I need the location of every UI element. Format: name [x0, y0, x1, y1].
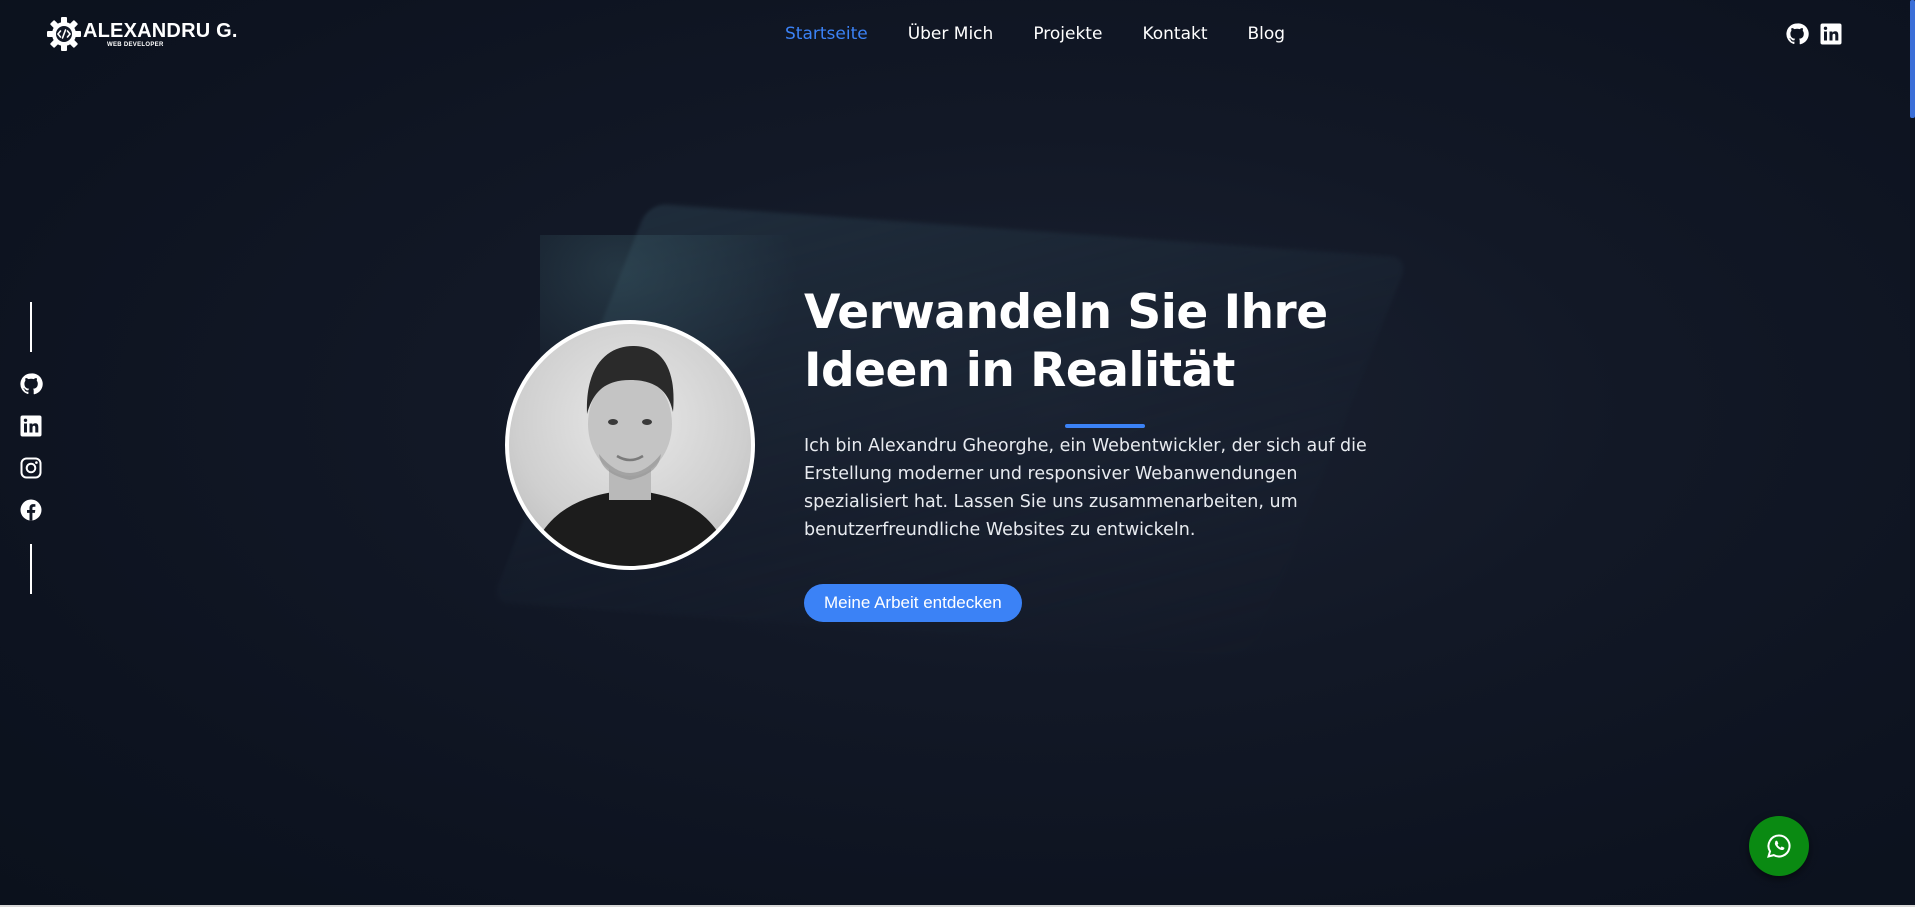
main-nav: Startseite Über Mich Projekte Kontakt Bl… — [785, 24, 1325, 44]
hero-title-line1: Verwandeln Sie Ihre — [804, 285, 1328, 340]
explore-work-button[interactable]: Meine Arbeit entdecken — [804, 584, 1022, 622]
nav-item-ueber-mich[interactable]: Über Mich — [908, 24, 994, 44]
logo-name: ALEXANDRU G. — [83, 19, 238, 42]
whatsapp-button[interactable] — [1749, 816, 1809, 876]
facebook-icon[interactable] — [19, 498, 43, 522]
side-social-rail — [19, 302, 43, 594]
rail-divider-top — [30, 302, 32, 352]
github-icon[interactable] — [1785, 22, 1809, 46]
github-icon[interactable] — [19, 372, 43, 396]
title-underline — [1065, 424, 1145, 428]
nav-item-kontakt[interactable]: Kontakt — [1142, 24, 1207, 44]
instagram-icon[interactable] — [19, 456, 43, 480]
nav-item-projekte[interactable]: Projekte — [1033, 24, 1102, 44]
rail-divider-bottom — [30, 544, 32, 594]
hero-title: Verwandeln Sie Ihre Ideen in Realität — [804, 284, 1384, 400]
hero-section: Verwandeln Sie Ihre Ideen in Realität Ic… — [804, 284, 1384, 622]
logo[interactable]: ALEXANDRU G. WEB DEVELOPER — [46, 16, 238, 52]
nav-item-startseite[interactable]: Startseite — [785, 24, 868, 44]
scrollbar[interactable] — [1910, 0, 1915, 907]
gear-code-icon — [47, 17, 81, 51]
portrait-illustration — [529, 346, 731, 566]
profile-photo — [505, 320, 755, 570]
site-header: ALEXANDRU G. WEB DEVELOPER Startseite Üb… — [0, 0, 1915, 70]
linkedin-icon[interactable] — [19, 414, 43, 438]
hero-description: Ich bin Alexandru Gheorghe, ein Webentwi… — [804, 436, 1367, 540]
nav-item-blog[interactable]: Blog — [1248, 24, 1286, 44]
logo-subtitle: WEB DEVELOPER — [107, 41, 164, 48]
hero-title-line2: Ideen in Realität — [804, 343, 1235, 398]
header-social-links — [1785, 22, 1843, 46]
whatsapp-icon — [1767, 834, 1791, 858]
linkedin-icon[interactable] — [1819, 22, 1843, 46]
